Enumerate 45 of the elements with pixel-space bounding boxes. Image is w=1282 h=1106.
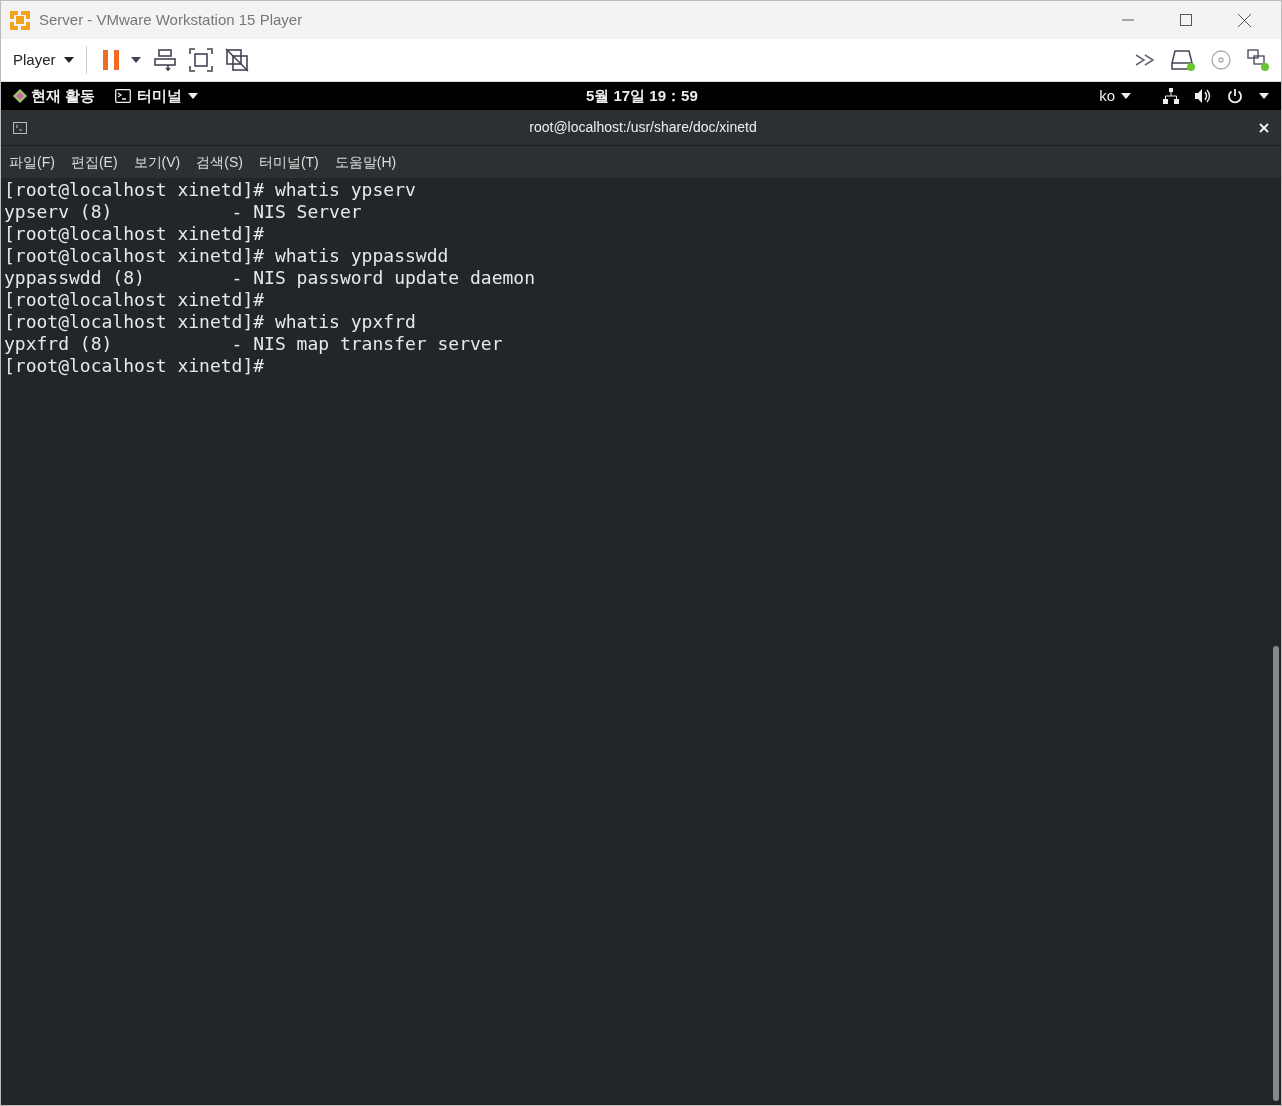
terminal-line: [root@localhost xinetd]# whatis ypserv xyxy=(4,179,416,201)
clock[interactable]: 5월 17일 19：59 xyxy=(586,84,698,108)
volume-icon[interactable] xyxy=(1195,89,1211,103)
menu-item[interactable]: 파일(F) xyxy=(9,151,55,173)
menu-item[interactable]: 도움말(H) xyxy=(334,151,397,173)
caret-icon xyxy=(63,57,74,63)
app-logo-icon xyxy=(9,9,31,31)
terminal-line: [root@localhost xinetd]# xyxy=(4,289,265,311)
close-button[interactable] xyxy=(1259,122,1269,133)
menu-item[interactable]: 터미널(T) xyxy=(258,151,319,173)
terminal-line: [root@localhost xinetd]# whatis yppasswdd xyxy=(4,245,449,267)
send-keys-icon[interactable] xyxy=(152,48,177,72)
terminal-icon xyxy=(13,121,27,134)
menu-item[interactable]: 보기(V) xyxy=(133,151,181,173)
maximize-icon xyxy=(1180,14,1192,26)
activities-button[interactable]: 현재 활동 xyxy=(13,84,96,108)
caret-icon xyxy=(1121,93,1131,99)
caret-icon xyxy=(130,57,141,63)
player-menu-button[interactable]: Player xyxy=(13,48,74,72)
menu-item[interactable]: 편집(E) xyxy=(70,151,118,173)
power-icon[interactable] xyxy=(1227,88,1243,104)
terminal-line: ypserv (8) - NIS Server xyxy=(4,201,362,223)
minimize-icon xyxy=(1122,19,1134,21)
unity-mode-icon[interactable] xyxy=(224,48,249,72)
menu-item[interactable]: 검색(S) xyxy=(196,151,243,173)
terminal-line: [root@localhost xinetd]# xyxy=(4,355,265,377)
terminal-line: [root@localhost xinetd]# xyxy=(4,223,265,245)
terminal-line: ypxfrd (8) - NIS map transfer server xyxy=(4,333,503,355)
terminal-line: yppasswdd (8) - NIS password update daemon xyxy=(4,267,535,289)
double-chevron-icon[interactable] xyxy=(1135,54,1155,66)
terminal-line: [root@localhost xinetd]# whatis ypxfrd xyxy=(4,311,416,333)
input-method-button[interactable]: ko xyxy=(1099,84,1131,108)
caret-icon xyxy=(188,93,199,99)
system-menu-caret-icon xyxy=(1259,93,1269,99)
network-icon[interactable] xyxy=(1163,88,1179,104)
close-icon xyxy=(1259,122,1269,133)
terminal-title: root@localhost:/usr/share/doc/xinetd xyxy=(529,118,757,137)
hard-disk-icon[interactable] xyxy=(1171,49,1195,71)
distro-logo-icon xyxy=(13,89,27,103)
window-title: Server - VMware Workstation 15 Player xyxy=(39,9,303,30)
terminal-app-menu[interactable]: 터미널 xyxy=(115,84,199,108)
network-adapter-icon[interactable] xyxy=(1247,49,1269,71)
close-icon xyxy=(1237,13,1251,27)
terminal-icon xyxy=(115,89,132,103)
fullscreen-icon[interactable] xyxy=(188,48,213,72)
